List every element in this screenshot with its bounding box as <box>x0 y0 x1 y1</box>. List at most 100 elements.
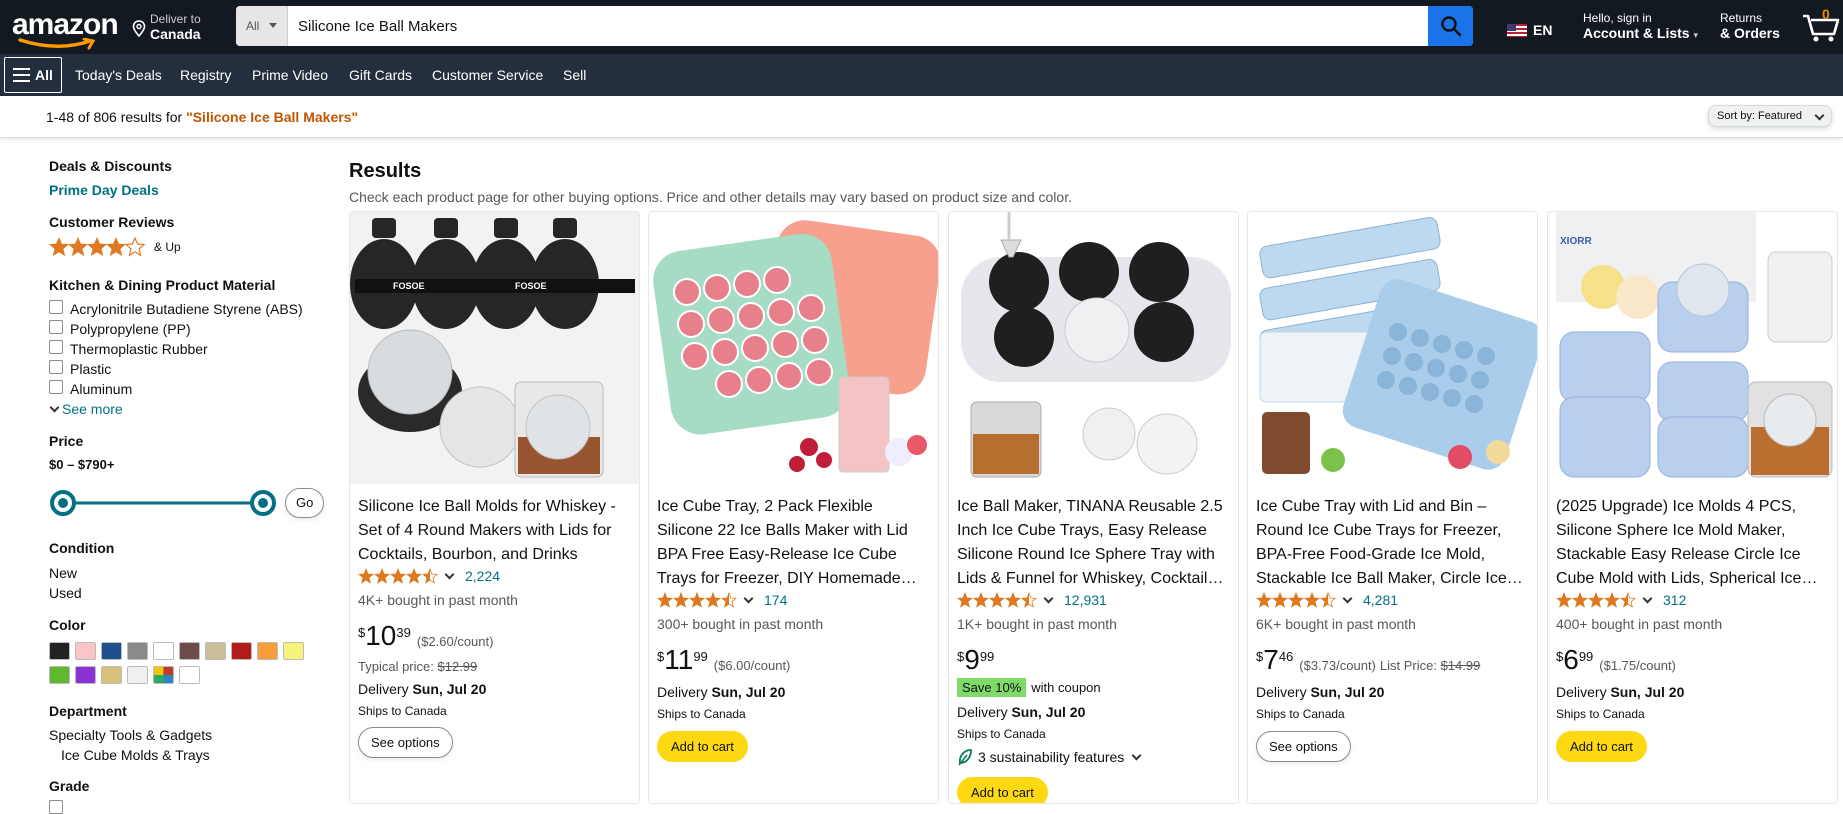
product-rating[interactable]: 312 <box>1556 592 1686 608</box>
review-count[interactable]: 312 <box>1663 592 1686 608</box>
price-heading: Price <box>49 433 84 449</box>
product-rating[interactable]: 2,224 <box>358 568 500 584</box>
checkbox-abs[interactable] <box>49 300 63 314</box>
coupon-info[interactable]: Save 10% with coupon <box>957 678 1101 697</box>
rating-stars-icon <box>957 592 1038 608</box>
product-rating[interactable]: 12,931 <box>957 592 1107 608</box>
checkbox-tpr[interactable] <box>49 340 63 354</box>
checkbox-aluminum[interactable] <box>49 380 63 394</box>
product-title[interactable]: (2025 Upgrade) Ice Molds 4 PCS, Silicone… <box>1556 495 1831 591</box>
product-price[interactable]: $11 99 ($6.00/count) <box>657 646 790 674</box>
all-menu-button[interactable]: All <box>4 57 62 93</box>
search-input[interactable] <box>288 6 1425 46</box>
rating-stars-icon <box>657 592 738 608</box>
checkbox-plastic[interactable] <box>49 360 63 374</box>
see-options-button[interactable]: See options <box>1256 731 1351 762</box>
material-abs[interactable]: Acrylonitrile Butadiene Styrene (ABS) <box>70 301 303 317</box>
nav-customer-service[interactable]: Customer Service <box>432 67 543 83</box>
product-title[interactable]: Ice Cube Tray with Lid and Bin – Round I… <box>1256 495 1531 591</box>
review-count[interactable]: 2,224 <box>465 568 500 584</box>
nav-gift-cards[interactable]: Gift Cards <box>349 67 412 83</box>
product-price[interactable]: $6 99 ($1.75/count) <box>1556 646 1676 674</box>
checkbox-grade[interactable] <box>49 800 63 814</box>
department-specialty-tools[interactable]: Specialty Tools & Gadgets <box>49 727 212 743</box>
deliver-label: Deliver to <box>150 12 201 26</box>
color-swatch[interactable] <box>153 642 174 660</box>
checkbox-pp[interactable] <box>49 320 63 334</box>
search-category-label: All <box>246 19 260 33</box>
add-to-cart-button[interactable]: Add to cart <box>1556 731 1647 762</box>
condition-new[interactable]: New <box>49 565 77 581</box>
color-swatch[interactable] <box>257 642 278 660</box>
see-options-button[interactable]: See options <box>358 727 453 758</box>
color-swatch[interactable] <box>205 642 226 660</box>
product-title[interactable]: Ice Cube Tray, 2 Pack Flexible Silicone … <box>657 495 932 591</box>
search-button[interactable] <box>1428 6 1473 46</box>
product-image[interactable]: FOSOE FOSOE <box>350 212 639 484</box>
add-to-cart-button[interactable]: Add to cart <box>957 777 1048 803</box>
sort-dropdown[interactable]: Sort by: Featured <box>1708 105 1832 127</box>
product-image[interactable] <box>649 212 938 484</box>
caret-down-icon <box>269 23 277 28</box>
product-price[interactable]: $10 39 ($2.60/count) <box>358 622 493 650</box>
sustainability-label: 3 sustainability features <box>978 749 1125 765</box>
color-swatch[interactable] <box>153 666 174 684</box>
product-image[interactable] <box>1248 212 1537 484</box>
product-title[interactable]: Ice Ball Maker, TINANA Reusable 2.5 Inch… <box>957 495 1232 591</box>
deliver-to[interactable]: Deliver to Canada <box>132 10 232 44</box>
top-header: amazon Deliver to Canada All EN Hello <box>0 0 1843 54</box>
product-price[interactable]: $7 46 ($3.73/count) List Price: $14.99 <box>1256 646 1480 674</box>
review-count[interactable]: 174 <box>764 592 787 608</box>
amazon-logo[interactable]: amazon <box>12 10 119 50</box>
product-rating[interactable]: 4,281 <box>1256 592 1398 608</box>
material-heading: Kitchen & Dining Product Material <box>49 277 276 293</box>
price-slider[interactable] <box>49 488 279 518</box>
add-to-cart-button[interactable]: Add to cart <box>657 731 748 762</box>
see-more-link[interactable]: See more <box>49 401 123 417</box>
nav-sell[interactable]: Sell <box>563 67 586 83</box>
review-count[interactable]: 4,281 <box>1363 592 1398 608</box>
color-swatch[interactable] <box>283 642 304 660</box>
returns-orders[interactable]: Returns & Orders <box>1720 11 1780 41</box>
material-tpr[interactable]: Thermoplastic Rubber <box>70 341 208 357</box>
department-ice-cube-molds[interactable]: Ice Cube Molds & Trays <box>61 747 210 763</box>
color-swatch[interactable] <box>231 642 252 660</box>
material-plastic[interactable]: Plastic <box>70 361 111 377</box>
color-swatch[interactable] <box>101 666 122 684</box>
product-rating[interactable]: 174 <box>657 592 787 608</box>
bought-count: 300+ bought in past month <box>657 616 824 632</box>
cart-button[interactable]: 0 <box>1801 6 1841 42</box>
color-swatch[interactable] <box>179 666 200 684</box>
color-swatch[interactable] <box>127 642 148 660</box>
product-image[interactable] <box>949 212 1238 484</box>
four-star-filter[interactable]: & Up <box>49 237 181 257</box>
unit-price: ($1.75/count) <box>1599 658 1676 673</box>
product-title[interactable]: Silicone Ice Ball Molds for Whiskey - Se… <box>358 495 633 567</box>
product-image[interactable]: XIORR <box>1548 212 1837 484</box>
search-category-dropdown[interactable]: All <box>236 6 288 46</box>
condition-used[interactable]: Used <box>49 585 82 601</box>
unit-price: ($6.00/count) <box>713 658 791 673</box>
sort-value: Featured <box>1757 110 1802 122</box>
material-aluminum[interactable]: Aluminum <box>70 381 132 397</box>
review-count[interactable]: 12,931 <box>1064 592 1107 608</box>
color-swatch[interactable] <box>179 642 200 660</box>
color-swatch[interactable] <box>127 666 148 684</box>
language-selector[interactable]: EN <box>1507 21 1552 39</box>
sustainability-features[interactable]: 3 sustainability features <box>957 748 1142 766</box>
color-swatch[interactable] <box>75 642 96 660</box>
color-swatch[interactable] <box>49 666 70 684</box>
color-swatch[interactable] <box>75 666 96 684</box>
account-menu[interactable]: Hello, sign in Account & Lists ▾ <box>1583 11 1698 41</box>
material-pp[interactable]: Polypropylene (PP) <box>70 321 191 337</box>
prime-day-deals-link[interactable]: Prime Day Deals <box>49 182 159 198</box>
nav-prime-video[interactable]: Prime Video <box>252 67 328 83</box>
results-subheading: Check each product page for other buying… <box>349 189 1072 205</box>
nav-registry[interactable]: Registry <box>180 67 231 83</box>
nav-todays-deals[interactable]: Today's Deals <box>75 67 162 83</box>
color-swatch[interactable] <box>101 642 122 660</box>
leaf-icon <box>958 749 972 766</box>
color-swatch[interactable] <box>49 642 70 660</box>
product-price[interactable]: $9 99 <box>957 646 994 674</box>
price-go-button[interactable]: Go <box>285 488 325 518</box>
